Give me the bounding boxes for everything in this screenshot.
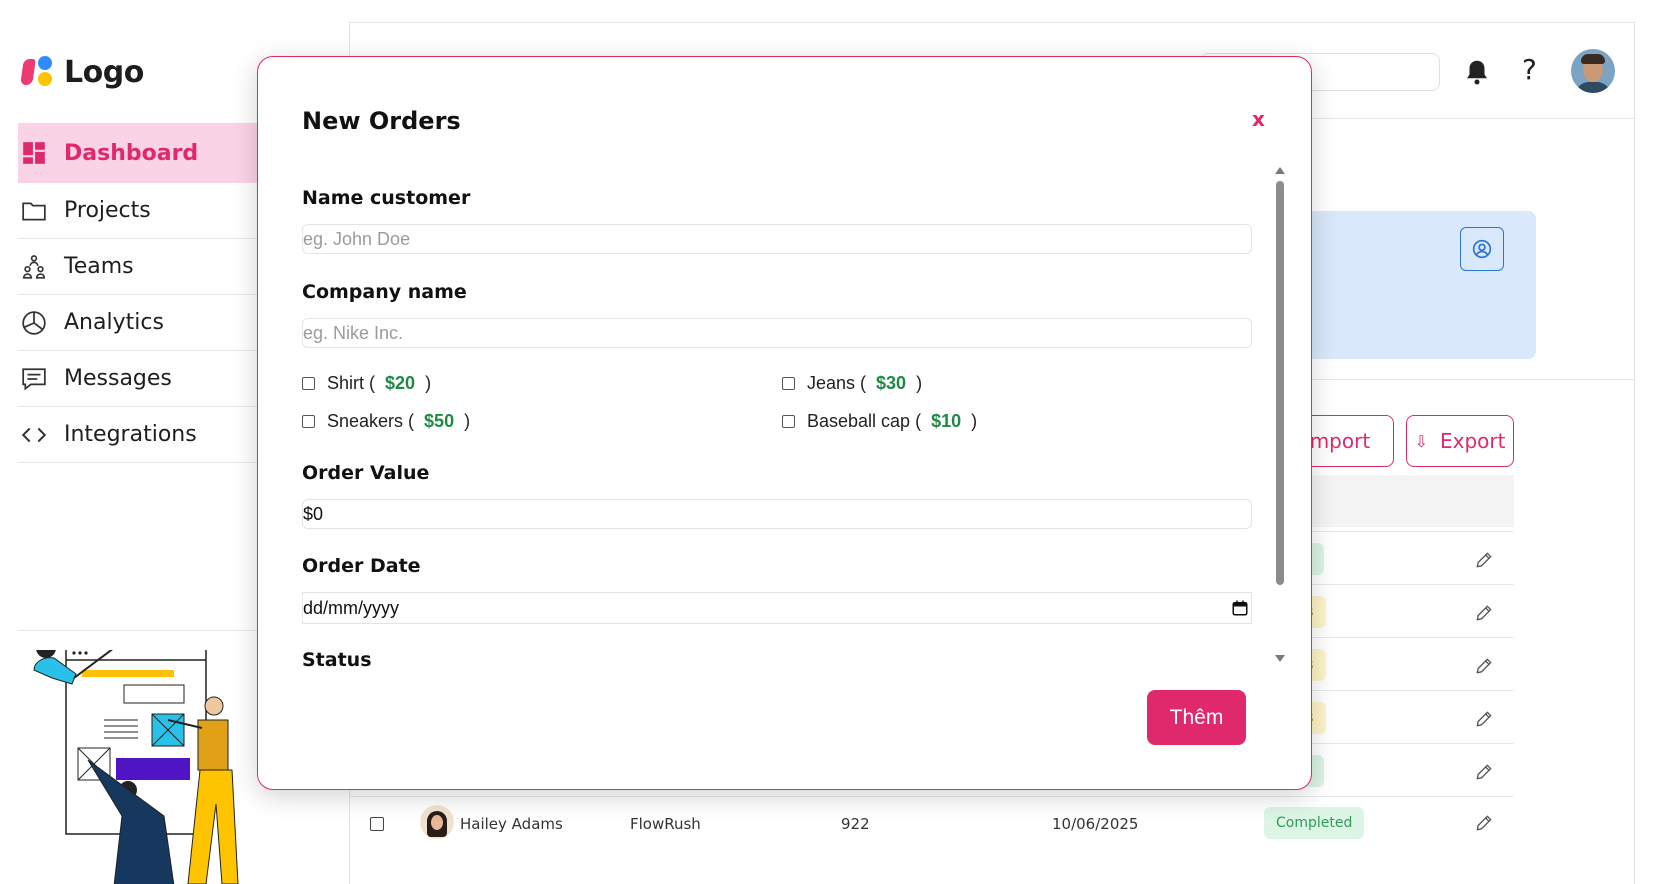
edit-icon[interactable] bbox=[1474, 656, 1494, 676]
row-divider bbox=[350, 796, 1514, 797]
product-price: $30 bbox=[876, 373, 907, 393]
folder-icon bbox=[20, 197, 48, 225]
new-orders-modal: New Orders x Name customer eg. John Doe … bbox=[257, 56, 1312, 790]
product-name: Jeans ( bbox=[807, 373, 867, 393]
order-value-text: $0 bbox=[303, 503, 324, 524]
avatar[interactable] bbox=[1571, 49, 1615, 93]
dashboard-icon bbox=[20, 139, 48, 167]
checkbox[interactable] bbox=[302, 415, 315, 428]
table-row[interactable]: Hailey Adams FlowRush 922 10/06/2025 Com… bbox=[350, 805, 1514, 845]
company-name-input[interactable]: eg. Nike Inc. bbox=[302, 318, 1252, 348]
sidebar-item-teams[interactable]: Teams bbox=[18, 239, 276, 295]
code-icon bbox=[20, 421, 48, 449]
customer-name: Hailey Adams bbox=[460, 815, 563, 833]
checkbox[interactable] bbox=[782, 377, 795, 390]
product-checkbox-sneakers[interactable]: Sneakers ( $50 ) bbox=[302, 411, 470, 432]
company-name: FlowRush bbox=[630, 815, 701, 833]
order-value-label: Order Value bbox=[302, 462, 430, 484]
status-label: Status bbox=[302, 649, 372, 671]
export-icon: ⇩ bbox=[1414, 431, 1428, 451]
order-date-label: Order Date bbox=[302, 555, 421, 577]
pie-chart-icon bbox=[20, 309, 48, 337]
export-label: Export bbox=[1439, 429, 1506, 453]
scroll-down-arrow-icon[interactable] bbox=[1275, 655, 1285, 662]
sidebar-item-label: Analytics bbox=[64, 310, 164, 335]
product-price: $50 bbox=[424, 411, 455, 431]
teams-icon bbox=[20, 253, 48, 281]
product-name: Baseball cap ( bbox=[807, 411, 922, 431]
bell-icon[interactable] bbox=[1462, 57, 1492, 87]
scrollbar-thumb[interactable] bbox=[1276, 181, 1284, 585]
customer-avatar bbox=[420, 805, 454, 839]
product-close-paren: ) bbox=[916, 373, 923, 393]
sidebar-item-integrations[interactable]: Integrations bbox=[18, 407, 276, 463]
company-name-placeholder: eg. Nike Inc. bbox=[303, 322, 404, 343]
order-value: 922 bbox=[841, 815, 870, 833]
product-price: $20 bbox=[385, 373, 416, 393]
edit-icon[interactable] bbox=[1474, 550, 1494, 570]
user-circle-icon[interactable] bbox=[1460, 227, 1504, 271]
sidebar-item-analytics[interactable]: Analytics bbox=[18, 295, 276, 351]
order-value-input[interactable]: $0 bbox=[302, 499, 1252, 529]
export-button[interactable]: ⇩ Export bbox=[1406, 415, 1514, 467]
team-illustration bbox=[33, 650, 239, 884]
product-checkbox-jeans[interactable]: Jeans ( $30 ) bbox=[782, 373, 922, 394]
calendar-icon[interactable] bbox=[1231, 599, 1249, 617]
product-close-paren: ) bbox=[464, 411, 471, 431]
sidebar-divider bbox=[18, 630, 276, 631]
product-checkbox-baseball-cap[interactable]: Baseball cap ( $10 ) bbox=[782, 411, 977, 432]
modal-scrollbar[interactable] bbox=[1270, 165, 1290, 669]
import-label: Import bbox=[1303, 429, 1371, 453]
edit-icon[interactable] bbox=[1474, 709, 1494, 729]
close-button[interactable]: x bbox=[1252, 107, 1265, 131]
product-checkbox-shirt[interactable]: Shirt ( $20 ) bbox=[302, 373, 431, 394]
product-close-paren: ) bbox=[971, 411, 978, 431]
sidebar-item-dashboard[interactable]: Dashboard bbox=[18, 123, 276, 183]
company-name-label: Company name bbox=[302, 281, 467, 303]
logo-mark-icon bbox=[20, 52, 56, 92]
sidebar-item-projects[interactable]: Projects bbox=[18, 183, 276, 239]
sidebar-item-label: Teams bbox=[64, 254, 134, 279]
row-checkbox[interactable] bbox=[370, 817, 384, 831]
modal-title: New Orders bbox=[302, 107, 461, 135]
message-icon bbox=[20, 365, 48, 393]
logo[interactable]: Logo bbox=[20, 52, 144, 92]
order-date-text: dd/mm/yyyy bbox=[303, 597, 400, 618]
name-customer-label: Name customer bbox=[302, 187, 471, 209]
table-header bbox=[1290, 475, 1514, 527]
edit-icon[interactable] bbox=[1474, 762, 1494, 782]
info-card: ge bbox=[1286, 211, 1536, 359]
logo-text: Logo bbox=[64, 54, 144, 90]
product-close-paren: ) bbox=[425, 373, 432, 393]
status-badge: Completed bbox=[1264, 807, 1365, 839]
scroll-up-arrow-icon[interactable] bbox=[1275, 167, 1285, 174]
product-price: $10 bbox=[931, 411, 962, 431]
sidebar-item-label: Integrations bbox=[64, 422, 197, 447]
sidebar-nav: Dashboard Projects Teams Analytics Messa… bbox=[18, 123, 276, 463]
order-date-input[interactable]: dd/mm/yyyy bbox=[302, 592, 1252, 624]
product-name: Sneakers ( bbox=[327, 411, 415, 431]
edit-icon[interactable] bbox=[1474, 813, 1494, 833]
name-customer-input[interactable]: eg. John Doe bbox=[302, 224, 1252, 254]
name-customer-placeholder: eg. John Doe bbox=[303, 228, 411, 249]
checkbox[interactable] bbox=[782, 415, 795, 428]
submit-button[interactable]: Thêm bbox=[1147, 690, 1246, 745]
edit-icon[interactable] bbox=[1474, 603, 1494, 623]
help-button[interactable]: ? bbox=[1522, 53, 1537, 86]
sidebar: Logo Dashboard Projects Teams Analytics bbox=[0, 0, 276, 884]
sidebar-item-label: Dashboard bbox=[64, 140, 199, 166]
sidebar-item-label: Messages bbox=[64, 366, 172, 391]
order-date: 10/06/2025 bbox=[1052, 815, 1139, 833]
sidebar-item-label: Projects bbox=[64, 198, 151, 223]
checkbox[interactable] bbox=[302, 377, 315, 390]
sidebar-item-messages[interactable]: Messages bbox=[18, 351, 276, 407]
product-name: Shirt ( bbox=[327, 373, 376, 393]
